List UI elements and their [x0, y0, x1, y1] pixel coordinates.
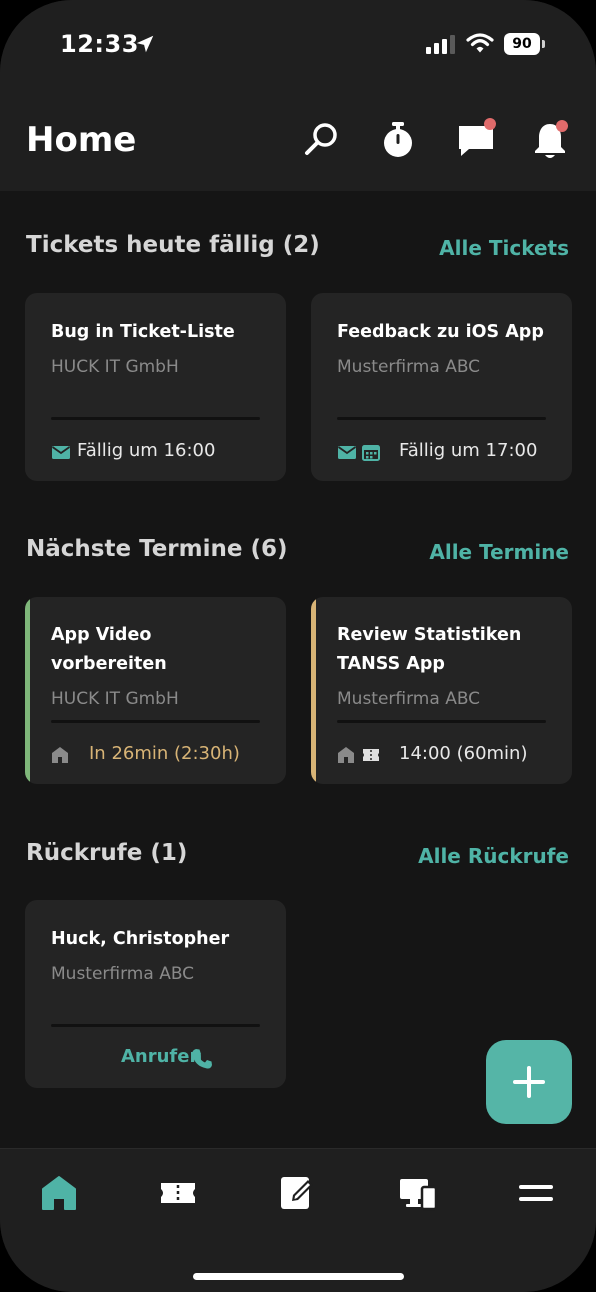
- appointment-company: Musterfirma ABC: [337, 689, 481, 709]
- messages-badge: [484, 118, 496, 130]
- app-header: Home: [0, 90, 596, 191]
- appointment-company: HUCK IT GmbH: [51, 689, 179, 709]
- add-button[interactable]: [486, 1040, 572, 1124]
- appointment-accent-bar: [311, 597, 316, 784]
- all-callbacks-link[interactable]: Alle Rückrufe: [418, 844, 569, 868]
- mail-icon: [51, 442, 71, 462]
- ticket-due: Fällig um 17:00: [399, 440, 538, 461]
- building-icon: [336, 745, 356, 765]
- ticket-company: Musterfirma ABC: [337, 357, 481, 377]
- phone-icon[interactable]: [190, 1047, 214, 1071]
- card-divider: [337, 720, 546, 723]
- tab-home[interactable]: [39, 1173, 79, 1213]
- tab-tickets[interactable]: [158, 1173, 198, 1213]
- page-title: Home: [26, 120, 137, 160]
- home-indicator: [193, 1273, 404, 1280]
- callbacks-section-title: Rückrufe (1): [26, 840, 188, 866]
- appointment-title-line2: TANSS App: [337, 654, 445, 674]
- mail-icon: [337, 442, 357, 462]
- ticket-card[interactable]: Bug in Ticket-Liste HUCK IT GmbH Fällig …: [25, 293, 286, 481]
- appointment-card[interactable]: Review Statistiken TANSS App Musterfirma…: [311, 597, 572, 784]
- callback-name: Huck, Christopher: [51, 929, 230, 949]
- devices-icon: [400, 1179, 438, 1211]
- ticket-card[interactable]: Feedback zu iOS App Musterfirma ABC Fäll…: [311, 293, 572, 481]
- appointment-time: In 26min (2:30h): [89, 743, 240, 764]
- appointment-title-line1: Review Statistiken: [337, 625, 522, 645]
- messages-button[interactable]: [456, 118, 496, 160]
- status-time: 12:33: [60, 30, 139, 58]
- ticket-title: Feedback zu iOS App: [337, 322, 544, 342]
- search-button[interactable]: [302, 120, 342, 160]
- ticket-due: Fällig um 16:00: [77, 440, 216, 461]
- ticket-title: Bug in Ticket-Liste: [51, 322, 235, 342]
- all-appointments-link[interactable]: Alle Termine: [429, 540, 569, 564]
- home-icon: [42, 1176, 76, 1210]
- ticket-icon: [361, 745, 381, 765]
- search-icon: [305, 123, 337, 155]
- bottom-tab-bar: [0, 1148, 596, 1292]
- card-divider: [51, 720, 260, 723]
- status-bar: 12:33 90: [0, 0, 596, 90]
- card-divider: [51, 1024, 260, 1027]
- notifications-button[interactable]: [530, 120, 570, 160]
- card-divider: [337, 417, 546, 420]
- callback-card[interactable]: Huck, Christopher Musterfirma ABC Anrufe…: [25, 900, 286, 1088]
- tab-notes[interactable]: [278, 1173, 318, 1213]
- card-divider: [51, 417, 260, 420]
- calendar-icon: [361, 442, 381, 462]
- wifi-icon: [466, 33, 494, 53]
- battery-indicator: 90: [504, 33, 540, 55]
- building-icon: [50, 745, 70, 765]
- phone-screen: 12:33 90 Home Tickets heute fällig (2) A…: [0, 0, 596, 1292]
- all-tickets-link[interactable]: Alle Tickets: [439, 236, 569, 260]
- stopwatch-icon: [384, 122, 412, 157]
- plus-icon: [513, 1066, 545, 1098]
- appointments-section-title: Nächste Termine (6): [26, 536, 288, 562]
- appointment-card[interactable]: App Video vorbereiten HUCK IT GmbH In 26…: [25, 597, 286, 784]
- ticket-company: HUCK IT GmbH: [51, 357, 179, 377]
- callback-company: Musterfirma ABC: [51, 964, 195, 984]
- ticket-icon: [161, 1183, 195, 1203]
- cell-signal-icon: [426, 35, 455, 54]
- notifications-badge: [556, 120, 568, 132]
- location-arrow-icon: [136, 35, 154, 53]
- timer-button[interactable]: [378, 120, 418, 160]
- appointment-accent-bar: [25, 597, 30, 784]
- tickets-section-title: Tickets heute fällig (2): [26, 232, 320, 258]
- tab-devices[interactable]: [398, 1173, 438, 1213]
- appointment-time: 14:00 (60min): [399, 743, 528, 764]
- tab-menu[interactable]: [516, 1173, 556, 1213]
- battery-nub: [542, 40, 545, 48]
- edit-icon: [281, 1177, 313, 1209]
- menu-icon: [519, 1185, 553, 1201]
- appointment-title-line2: vorbereiten: [51, 654, 167, 674]
- appointment-title-line1: App Video: [51, 625, 152, 645]
